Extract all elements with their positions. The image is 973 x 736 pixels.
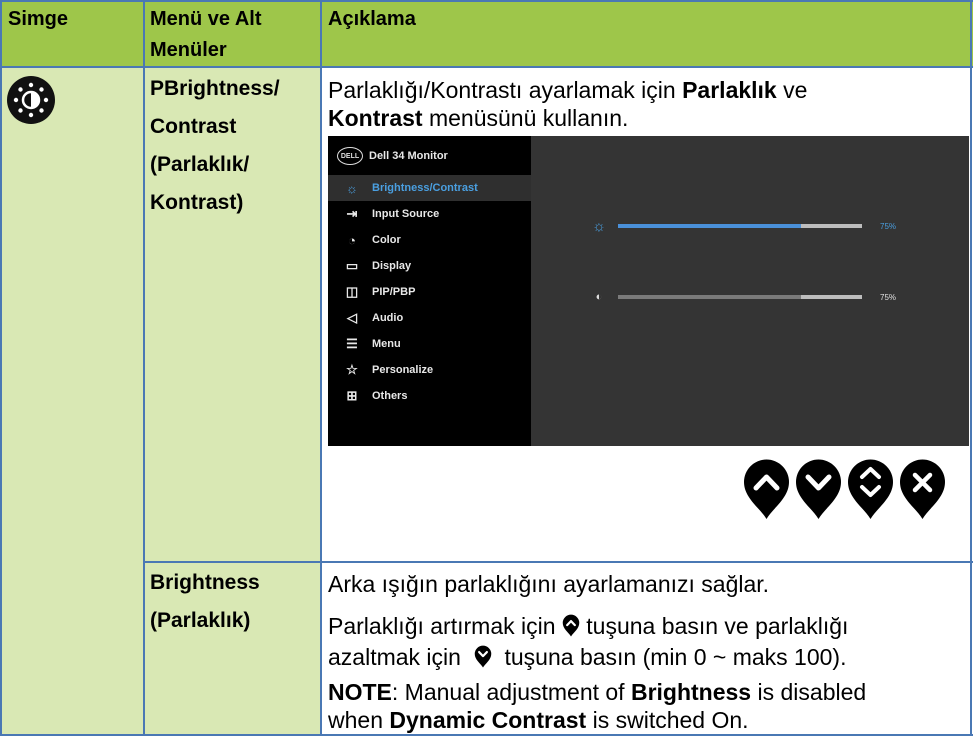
others-icon: ⊞: [346, 388, 358, 403]
slider-fill: [618, 295, 801, 299]
menu-label-line: PBrightness/: [150, 77, 280, 100]
brightness-contrast-icon: [7, 76, 55, 124]
menu-table: Simge Menü ve Alt Menüler Açıklama PBrig…: [0, 0, 973, 736]
star-icon: ☆: [346, 362, 358, 377]
menu-label-line: (Parlaklık/: [150, 153, 250, 176]
dell-logo: DELL: [337, 147, 363, 165]
brightness-slider[interactable]: ☼ 75%: [588, 217, 897, 235]
sun-icon: ☼: [592, 217, 606, 235]
osd-item-others[interactable]: ⊞ Others: [328, 383, 531, 409]
description-text: Parlaklığı/Kontrastı ayarlamak için Parl…: [328, 77, 808, 103]
contrast-slider[interactable]: ◐ 75%: [588, 290, 896, 304]
menu-label-line: Contrast: [150, 115, 237, 138]
display-icon: ▭: [345, 258, 359, 273]
header-simge: Simge: [8, 8, 69, 30]
osd-item-input-source[interactable]: ⇥ Input Source: [328, 201, 531, 227]
grid-line: [320, 0, 322, 736]
slider-fill: [618, 224, 801, 228]
speaker-icon: ◁: [347, 310, 357, 325]
osd-item-color[interactable]: ◔ Color: [328, 227, 531, 253]
down-button-inline-icon: [474, 645, 491, 668]
header-menu-line1: Menü ve Alt: [150, 8, 262, 30]
up-down-button-icon: [846, 458, 895, 520]
osd-item-brightness-contrast[interactable]: ☼ Brightness/Contrast: [328, 175, 531, 201]
brightness-percent: 75%: [880, 221, 897, 231]
grid-line: [0, 0, 973, 2]
description-text: Arka ışığın parlaklığını ayarlamanızı sa…: [328, 571, 770, 597]
grid-line: [970, 0, 972, 736]
input-icon: ⇥: [346, 206, 358, 221]
menu-label-line: (Parlaklık): [150, 609, 251, 632]
description-text: Parlaklığı artırmak için tuşuna basın ve…: [328, 613, 849, 639]
grid-line: [0, 0, 2, 736]
down-button-icon: [794, 458, 843, 520]
close-button-icon: [898, 458, 947, 520]
grid-line: [143, 0, 145, 736]
slider-track: [618, 295, 862, 299]
menu-label-line: Brightness: [150, 571, 260, 594]
slider-track: [618, 224, 862, 228]
sun-icon: ☼: [346, 180, 358, 196]
menu-label-line: Kontrast): [150, 191, 244, 214]
osd-item-personalize[interactable]: ☆ Personalize: [328, 357, 531, 383]
header-row: [0, 0, 973, 67]
menu-icon: ☰: [346, 336, 358, 351]
pip-icon: ◫: [345, 284, 359, 299]
osd-item-audio[interactable]: ◁ Audio: [328, 305, 531, 331]
contrast-percent: 75%: [880, 292, 897, 302]
note-text: NOTE: Manual adjustment of Brightness is…: [328, 679, 867, 705]
monitor-osd-screenshot: DELL Dell 34 Monitor ☼ Brightness/Contras…: [328, 136, 969, 446]
grid-line: [0, 66, 973, 68]
description-text: azaltmak için tuşuna basın (min 0 ~ maks…: [328, 644, 847, 670]
icon-column-bg: [0, 67, 144, 736]
header-menu-line2: Menüler: [150, 39, 227, 61]
osd-title: DELL Dell 34 Monitor: [337, 145, 448, 167]
header-aciklama: Açıklama: [328, 8, 416, 30]
palette-icon: ◔: [348, 232, 356, 248]
note-text: when Dynamic Contrast is switched On.: [328, 707, 749, 733]
osd-item-menu[interactable]: ☰ Menu: [328, 331, 531, 357]
contrast-icon: ◐: [595, 291, 603, 303]
osd-menu-panel: DELL Dell 34 Monitor ☼ Brightness/Contras…: [328, 136, 531, 446]
up-button-inline-icon: [562, 614, 580, 637]
osd-item-pip-pbp[interactable]: ◫ PIP/PBP: [328, 279, 531, 305]
up-button-icon: [742, 458, 791, 520]
description-text: Kontrast menüsünü kullanın.: [328, 105, 629, 131]
osd-item-display[interactable]: ▭ Display: [328, 253, 531, 279]
grid-line: [144, 561, 973, 563]
osd-title-text: Dell 34 Monitor: [369, 150, 448, 162]
